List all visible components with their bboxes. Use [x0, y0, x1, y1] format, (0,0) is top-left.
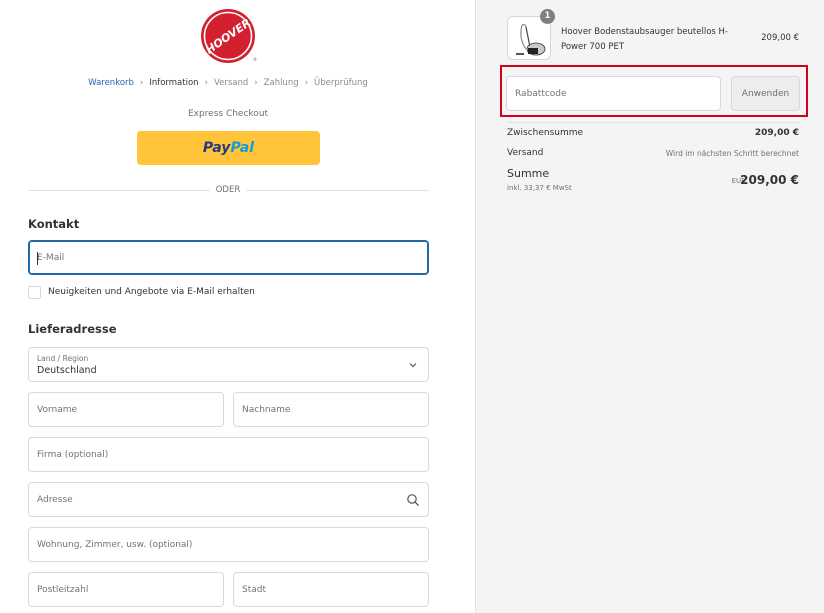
subtotal-label: Zwischensumme — [507, 128, 584, 138]
shipping-address-title: Lieferadresse — [28, 322, 117, 336]
summary-divider — [507, 122, 800, 123]
newsletter-label[interactable]: Neuigkeiten und Angebote via E-Mail erha… — [48, 287, 255, 297]
chevron-right-icon: › — [304, 78, 309, 88]
breadcrumb-payment: Zahlung — [263, 78, 299, 88]
product-price: 209,00 € — [761, 33, 799, 43]
discount-code-field[interactable]: Rabattcode — [506, 76, 721, 111]
text-cursor — [37, 252, 38, 265]
hoover-logo[interactable]: HOOVER — [200, 8, 256, 64]
or-divider: ODER — [0, 185, 456, 195]
last-name-field[interactable]: Nachname — [233, 392, 429, 427]
product-name: Hoover Bodenstaubsauger beutellos H-Powe… — [561, 27, 728, 52]
breadcrumb-cart[interactable]: Warenkorb — [88, 78, 134, 88]
order-summary-column: 1 Hoover Bodenstaubsauger beutellos H-Po… — [475, 0, 824, 613]
email-field[interactable]: E-Mail — [28, 240, 429, 275]
city-field[interactable]: Stadt — [233, 572, 429, 607]
shipping-label: Versand — [507, 148, 544, 158]
apartment-placeholder: Wohnung, Zimmer, usw. (optional) — [37, 539, 193, 550]
search-icon — [407, 494, 419, 506]
contact-title: Kontakt — [28, 217, 80, 231]
company-field[interactable]: Firma (optional) — [28, 437, 429, 472]
trademark-mark: ® — [253, 57, 257, 62]
tax-note: inkl. 33,37 € MwSt — [507, 184, 572, 192]
breadcrumb-information: Information — [149, 78, 199, 88]
last-name-placeholder: Nachname — [242, 404, 291, 415]
newsletter-checkbox[interactable] — [28, 286, 41, 299]
paypal-button[interactable]: Pay Pal — [137, 131, 320, 165]
chevron-right-icon: › — [254, 78, 258, 88]
paypal-pal-text: Pal — [230, 140, 255, 156]
chevron-right-icon: › — [139, 78, 144, 88]
breadcrumb: Warenkorb › Information › Versand › Zahlung › Üb… — [0, 78, 456, 88]
total-label: Summe — [507, 167, 550, 180]
postal-code-placeholder: Postleitzahl — [37, 584, 89, 595]
paypal-pay-text: Pay — [202, 140, 231, 156]
apartment-field[interactable]: Wohnung, Zimmer, usw. (optional) — [28, 527, 429, 562]
address-placeholder: Adresse — [37, 494, 73, 505]
country-select[interactable]: Land / Region Deutschland — [28, 347, 429, 382]
discount-code-placeholder: Rabattcode — [515, 88, 567, 99]
shipping-value: Wird im nächsten Schritt berechnet — [665, 149, 799, 158]
checkout-main-column: HOOVER ® Warenkorb › Information › Versand › Z… — [0, 0, 475, 613]
subtotal-value: 209,00 € — [754, 128, 799, 138]
email-placeholder: E-Mail — [37, 252, 65, 263]
country-value: Deutschland — [37, 365, 97, 376]
chevron-down-icon — [409, 363, 417, 368]
first-name-field[interactable]: Vorname — [28, 392, 224, 427]
first-name-placeholder: Vorname — [37, 404, 78, 415]
breadcrumb-shipping: Versand — [213, 78, 249, 88]
country-label: Land / Region — [37, 354, 89, 363]
postal-code-field[interactable]: Postleitzahl — [28, 572, 224, 607]
company-placeholder: Firma (optional) — [37, 449, 109, 460]
breadcrumb-review: Überprüfung — [314, 78, 368, 88]
total-value: 209,00 € — [740, 173, 799, 187]
express-checkout-label: Express Checkout — [187, 109, 269, 119]
chevron-right-icon: › — [204, 78, 208, 88]
quantity-badge: 1 — [540, 9, 555, 24]
city-placeholder: Stadt — [242, 584, 266, 595]
or-divider-text: ODER — [209, 185, 247, 195]
address-field[interactable]: Adresse — [28, 482, 429, 517]
apply-discount-button[interactable]: Anwenden — [731, 76, 800, 111]
